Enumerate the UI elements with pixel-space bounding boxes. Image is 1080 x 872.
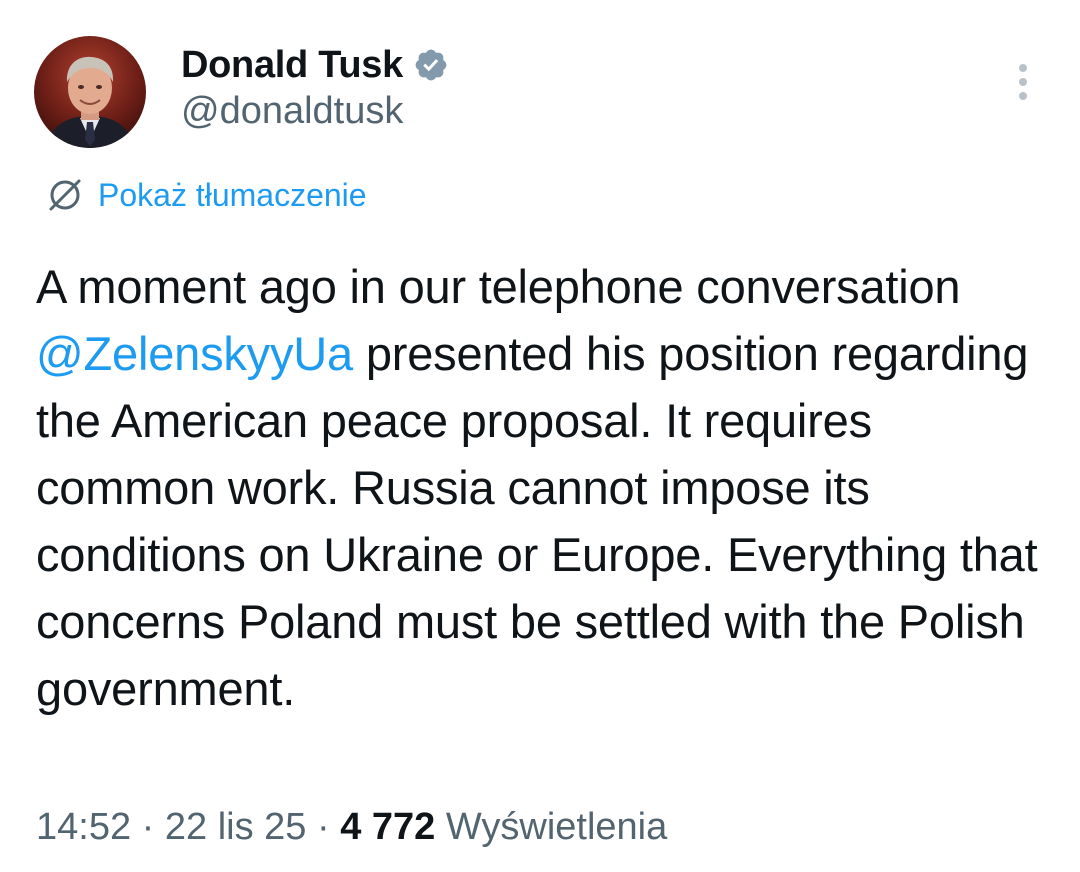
meta-separator: ·: [306, 806, 341, 848]
show-translation-button[interactable]: Pokaż tłumaczenie: [46, 172, 367, 218]
translate-globe-icon: [46, 176, 84, 214]
mention-link[interactable]: @ZelenskyyUa: [36, 327, 353, 380]
views-count: 4 772: [340, 806, 436, 848]
author-name-row: Donald Tusk: [181, 40, 449, 90]
verified-badge-icon: [413, 47, 449, 83]
vertical-ellipsis-icon[interactable]: [1005, 60, 1041, 104]
tweet-time[interactable]: 14:52: [36, 806, 131, 848]
avatar[interactable]: [34, 36, 146, 148]
tweet-text: A moment ago in our telephone conversati…: [36, 253, 1056, 722]
author-display-name[interactable]: Donald Tusk: [181, 44, 403, 87]
tweet-meta: 14:52 · 22 lis 25 · 4 772 Wyświetlenia: [36, 806, 667, 849]
tweet-text-part-2: presented his position regarding the Ame…: [36, 327, 1038, 715]
tweet-date[interactable]: 22 lis 25: [165, 806, 307, 848]
show-translation-label: Pokaż tłumaczenie: [98, 176, 367, 213]
tweet-text-part-1: A moment ago in our telephone conversati…: [36, 260, 961, 313]
author-handle[interactable]: @donaldtusk: [181, 90, 403, 133]
meta-separator: ·: [131, 806, 165, 848]
views-label: Wyświetlenia: [445, 806, 668, 848]
